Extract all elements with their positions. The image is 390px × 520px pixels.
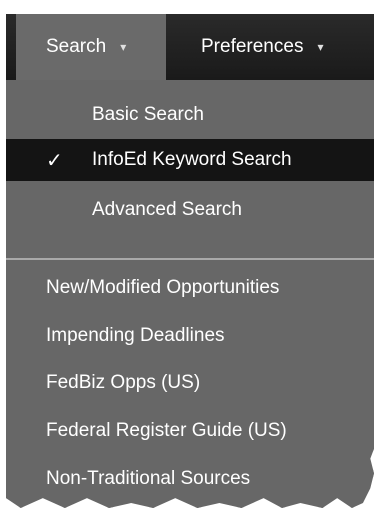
menu-item-label: InfoEd Keyword Search <box>92 149 292 170</box>
tab-preferences-label: Preferences <box>201 36 304 57</box>
checkmark-icon: ✓ <box>46 149 63 172</box>
menu-divider <box>6 258 374 260</box>
menu-item-label: Federal Register Guide (US) <box>46 420 287 441</box>
chevron-down-icon: ▾ <box>120 40 127 54</box>
menu-item-label: Impending Deadlines <box>46 325 225 346</box>
tab-search-label: Search <box>46 36 107 57</box>
menu-item-label: Non-Traditional Sources <box>46 468 251 489</box>
menu-item-new-modified-opportunities[interactable]: New/Modified Opportunities <box>6 267 374 309</box>
menu-item-basic-search[interactable]: Basic Search <box>6 94 374 136</box>
menu-item-fedbiz-opps[interactable]: FedBiz Opps (US) <box>6 362 374 404</box>
chevron-down-icon: ▾ <box>317 40 324 54</box>
menu-bar: Search ▾ Preferences ▾ <box>6 14 374 80</box>
menu-item-infoed-keyword-search[interactable]: ✓ InfoEd Keyword Search <box>6 139 374 181</box>
menu-item-advanced-search[interactable]: Advanced Search <box>6 189 374 231</box>
menu-item-label: Advanced Search <box>92 199 242 220</box>
tab-search[interactable]: Search ▾ <box>16 14 166 80</box>
menu-item-impending-deadlines[interactable]: Impending Deadlines <box>6 315 374 357</box>
menu-item-label: New/Modified Opportunities <box>46 277 280 298</box>
menu-item-label: Basic Search <box>92 104 204 125</box>
menu-item-label: FedBiz Opps (US) <box>46 372 201 393</box>
tab-preferences[interactable]: Preferences ▾ <box>166 14 374 80</box>
menu-window: Search ▾ Preferences ▾ Basic Search ✓ In… <box>6 14 374 508</box>
menu-item-federal-register-guide[interactable]: Federal Register Guide (US) <box>6 410 374 452</box>
menu-item-non-traditional-sources[interactable]: Non-Traditional Sources <box>6 458 374 500</box>
